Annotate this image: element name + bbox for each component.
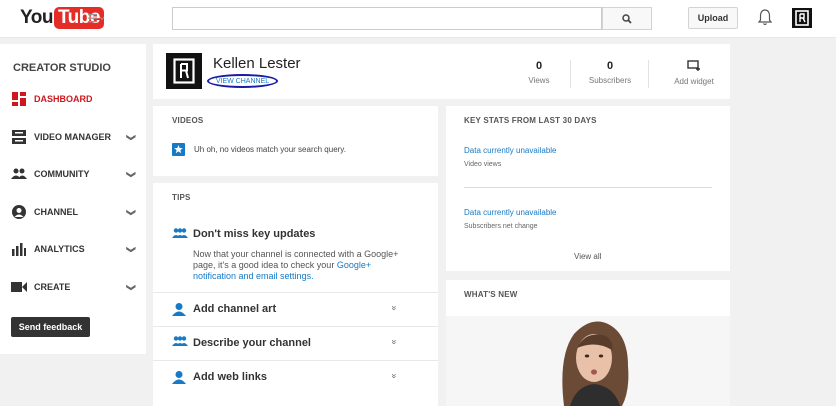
key-stats-card [446, 106, 730, 271]
add-widget-icon [664, 60, 724, 73]
view-channel-link[interactable]: VIEW CHANNEL [207, 74, 278, 88]
double-chevron-down-icon[interactable]: » [390, 305, 400, 310]
subscribers-net-label: Subscribers net change [464, 223, 538, 230]
subscribers-count: 0 [606, 60, 614, 72]
videos-empty-message: Uh oh, no videos match your search query… [194, 145, 346, 154]
sidebar-item-label: COMMUNITY [34, 169, 90, 179]
guide-menu-icon[interactable] [88, 11, 106, 25]
tip-row-add-channel-art[interactable]: Add channel art » [153, 292, 438, 326]
view-all-link[interactable]: View all [574, 252, 601, 261]
divider [464, 187, 712, 188]
analytics-icon [11, 242, 27, 256]
channel-icon [11, 205, 27, 219]
views-label: Views [528, 76, 550, 85]
community-icon [172, 336, 188, 350]
channel-avatar[interactable] [166, 53, 202, 89]
key-stats-title: KEY STATS FROM LAST 30 DAYS [464, 116, 597, 125]
star-icon [172, 143, 185, 156]
video-views-status[interactable]: Data currently unavailable [464, 146, 557, 155]
tip-row-describe-channel[interactable]: Describe your channel » [153, 326, 438, 360]
sidebar-item-create[interactable]: CREATE ❯ [11, 279, 139, 295]
sidebar-item-label: CHANNEL [34, 207, 78, 217]
community-icon [11, 167, 27, 181]
tip-row-label: Add web links [193, 371, 267, 383]
stat-divider [648, 60, 649, 88]
tip-row-label: Add channel art [193, 303, 277, 315]
double-chevron-down-icon[interactable]: » [390, 373, 400, 378]
dashboard-icon [11, 92, 27, 106]
double-chevron-down-icon[interactable]: » [390, 339, 400, 344]
videos-title: VIDEOS [172, 116, 204, 125]
whats-new-title: WHAT'S NEW [464, 290, 518, 299]
chevron-down-icon[interactable]: ❯ [126, 246, 137, 254]
sidebar-item-label: VIDEO MANAGER [34, 132, 112, 142]
tips-title: TIPS [172, 193, 191, 202]
whats-new-video-thumbnail[interactable] [446, 316, 730, 406]
community-icon [172, 228, 188, 242]
subscribers-stat[interactable]: 0 Subscribers [580, 60, 640, 85]
tip-body: Now that your channel is connected with … [193, 249, 413, 282]
send-feedback-button[interactable]: Send feedback [11, 317, 90, 337]
logo-you-text: You [20, 7, 53, 28]
create-icon [11, 280, 27, 294]
sidebar-item-label: CREATE [34, 282, 71, 292]
user-icon [172, 370, 187, 384]
chevron-down-icon[interactable]: ❯ [126, 134, 137, 142]
add-widget-label: Add widget [674, 77, 714, 86]
sidebar-item-dashboard[interactable]: DASHBOARD [11, 91, 139, 107]
creator-studio-title: CREATOR STUDIO [13, 62, 111, 74]
add-widget-button[interactable]: Add widget [664, 60, 724, 86]
account-avatar[interactable] [792, 8, 812, 28]
sidebar-item-community[interactable]: COMMUNITY ❯ [11, 166, 139, 182]
sidebar-item-analytics[interactable]: ANALYTICS ❯ [11, 241, 139, 257]
tip-row-label: Describe your channel [193, 337, 311, 349]
video-views-label: Video views [464, 161, 502, 168]
chevron-down-icon[interactable]: ❯ [126, 209, 137, 217]
sidebar-item-video-manager[interactable]: VIDEO MANAGER ❯ [11, 129, 139, 145]
user-icon [172, 302, 187, 316]
views-stat[interactable]: 0 Views [509, 60, 569, 85]
tip-headline: Don't miss key updates [193, 228, 316, 240]
subscribers-label: Subscribers [588, 76, 632, 85]
search-button[interactable] [602, 7, 652, 30]
chevron-down-icon[interactable]: ❯ [126, 171, 137, 179]
sidebar-item-label: ANALYTICS [34, 244, 85, 254]
search-input[interactable] [172, 7, 602, 30]
stat-divider [570, 60, 571, 88]
channel-name: Kellen Lester [213, 55, 301, 72]
subscribers-net-status[interactable]: Data currently unavailable [464, 208, 557, 217]
upload-button[interactable]: Upload [688, 7, 738, 29]
video-manager-icon [11, 130, 27, 144]
tip-row-add-web-links[interactable]: Add web links » [153, 360, 438, 394]
search-icon [622, 13, 632, 24]
views-count: 0 [535, 60, 543, 72]
chevron-down-icon[interactable]: ❯ [126, 284, 137, 292]
sidebar-item-label: DASHBOARD [34, 94, 93, 104]
notifications-bell-icon[interactable] [757, 9, 773, 26]
sidebar-item-channel[interactable]: CHANNEL ❯ [11, 204, 139, 220]
